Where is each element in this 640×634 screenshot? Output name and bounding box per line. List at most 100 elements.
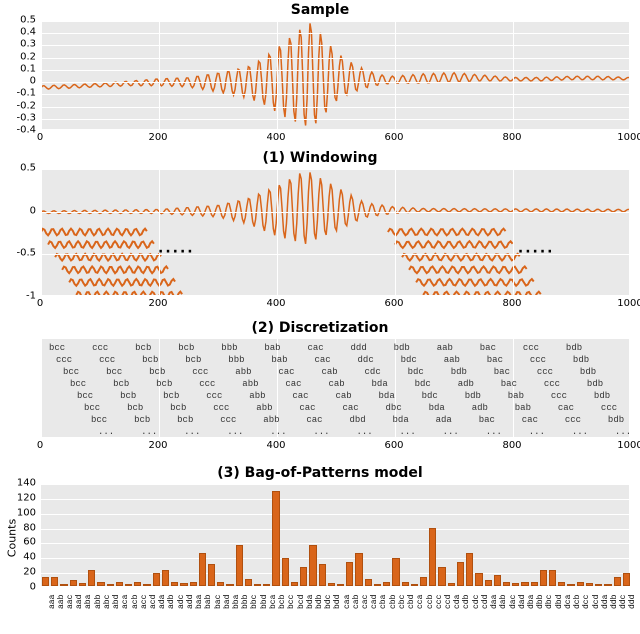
bar	[392, 558, 399, 586]
bar	[309, 545, 316, 586]
bar	[512, 583, 519, 586]
ytick: 0.5	[2, 163, 36, 174]
disc-token: bac	[494, 367, 510, 377]
bar-label: cdd	[481, 595, 490, 609]
disc-token: bcc	[91, 415, 107, 425]
bar	[494, 575, 501, 586]
bar-label: ada	[158, 595, 167, 609]
plot-bop	[40, 483, 630, 587]
ytick: 80	[2, 522, 36, 533]
xtick: 1000	[617, 440, 640, 451]
bar-label: bac	[214, 595, 223, 609]
disc-token: bac	[501, 379, 517, 389]
disc-token: ccc	[551, 391, 567, 401]
bar-label: dbb	[536, 595, 545, 609]
disc-token: abb	[249, 391, 265, 401]
bar-label: dca	[564, 595, 573, 609]
bar	[217, 582, 224, 586]
disc-token: ddd	[351, 343, 367, 353]
xtick: 800	[502, 440, 521, 451]
xtick: 0	[37, 298, 43, 309]
disc-token: cac	[342, 403, 358, 413]
bar	[254, 584, 261, 586]
disc-token: cac	[292, 391, 308, 401]
xtick: 200	[148, 298, 167, 309]
xtick: 200	[148, 440, 167, 451]
bar	[97, 582, 104, 586]
disc-token: ccc	[601, 403, 617, 413]
disc-token: bdb	[594, 391, 610, 401]
disc-token: bcc	[49, 343, 65, 353]
bar-label: aca	[121, 595, 130, 609]
bar-label: bcd	[297, 595, 306, 609]
bar	[162, 570, 169, 586]
bar	[383, 582, 390, 586]
bar	[521, 582, 528, 586]
bar-label: dda	[601, 595, 610, 609]
disc-token: cab	[335, 391, 351, 401]
disc-token: bdb	[451, 367, 467, 377]
disc-token: cac	[299, 403, 315, 413]
disc-token: ...	[98, 427, 114, 437]
disc-token: bac	[480, 343, 496, 353]
bar	[88, 570, 95, 586]
disc-token: ...	[227, 427, 243, 437]
bar-label: aab	[57, 595, 66, 609]
bar	[355, 553, 362, 586]
disc-token: bcc	[84, 403, 100, 413]
bar	[503, 582, 510, 586]
disc-token: ...	[443, 427, 459, 437]
disc-token: ...	[313, 427, 329, 437]
xtick: 200	[148, 132, 167, 143]
disc-token: aab	[437, 343, 453, 353]
bar-label: ccd	[444, 595, 453, 609]
disc-token: bcb	[163, 391, 179, 401]
bar-label: cad	[370, 595, 379, 609]
bar	[60, 584, 67, 586]
disc-token: adb	[472, 403, 488, 413]
bar-label: dba	[527, 595, 536, 609]
bar	[125, 584, 132, 586]
ytick: -0.5	[2, 248, 36, 259]
bar	[245, 579, 252, 586]
xtick: 800	[502, 132, 521, 143]
disc-token: bda	[379, 391, 395, 401]
bar	[107, 584, 114, 586]
disc-token: cac	[307, 343, 323, 353]
bar	[171, 582, 178, 586]
ytick: 0	[2, 205, 36, 216]
disc-token: ddc	[358, 355, 374, 365]
disc-token: bac	[487, 355, 503, 365]
bar-label: ddb	[610, 595, 619, 609]
disc-token: ada	[436, 415, 452, 425]
bar-label: daa	[490, 595, 499, 609]
bar	[319, 564, 326, 586]
bar	[411, 584, 418, 586]
bar-label: ddd	[628, 595, 637, 609]
bar	[199, 553, 206, 586]
bar-label: bbd	[260, 595, 269, 609]
disc-token: bcb	[177, 415, 193, 425]
xtick: 800	[502, 298, 521, 309]
disc-token: cab	[328, 379, 344, 389]
disc-token: ccc	[99, 355, 115, 365]
bar-label: adc	[177, 595, 186, 609]
bar-label: dcb	[573, 595, 582, 609]
disc-token: cac	[558, 403, 574, 413]
disc-token: bcb	[149, 367, 165, 377]
bar	[42, 577, 49, 586]
bar	[226, 584, 233, 586]
xtick: 400	[266, 440, 285, 451]
bar-label: bdb	[315, 595, 324, 609]
disc-token: bcc	[63, 367, 79, 377]
bar	[586, 583, 593, 586]
bar	[282, 558, 289, 586]
bar	[614, 577, 621, 586]
disc-token: adb	[458, 379, 474, 389]
disc-token: cac	[314, 355, 330, 365]
bar	[438, 567, 445, 586]
bar	[180, 583, 187, 586]
bar	[623, 573, 630, 586]
disc-token: ccc	[199, 379, 215, 389]
bar-label: bcb	[278, 595, 287, 609]
